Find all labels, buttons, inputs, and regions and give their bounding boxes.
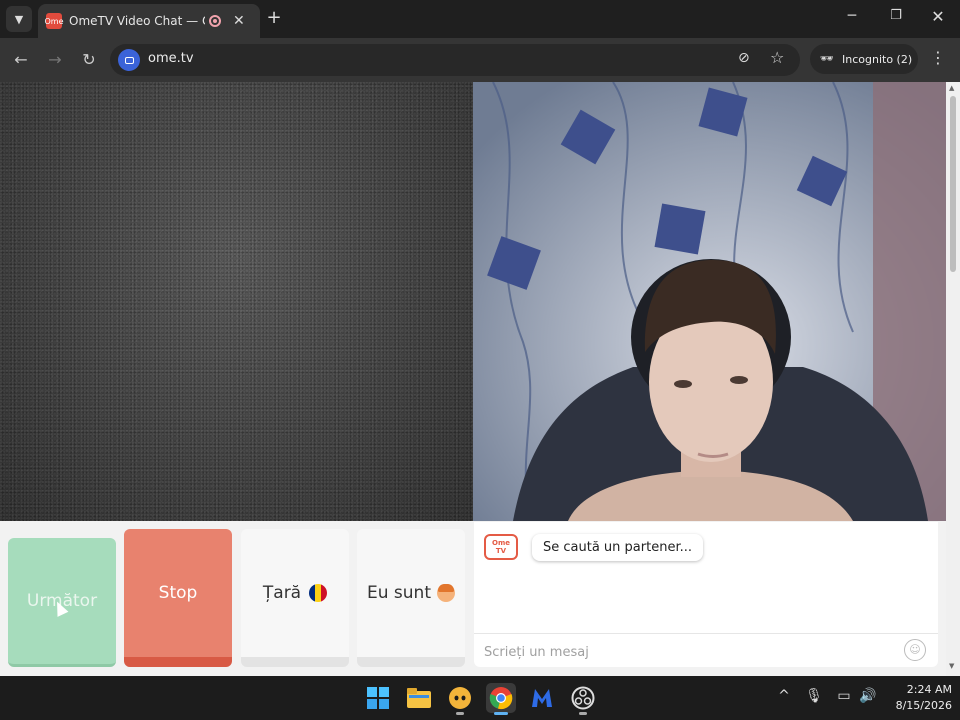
message-input[interactable] bbox=[484, 642, 884, 662]
browser-menu-button[interactable]: ⋮ bbox=[930, 48, 946, 72]
stop-button[interactable]: Stop bbox=[124, 529, 232, 667]
chat-panel: Ome TV Se caută un partener... ☺ bbox=[474, 522, 938, 667]
clock-time: 2:24 AM bbox=[906, 683, 952, 696]
folder-icon bbox=[407, 688, 431, 708]
taskbar-discord[interactable] bbox=[445, 683, 475, 715]
person-emoji-icon bbox=[437, 584, 455, 602]
recording-icon bbox=[209, 15, 221, 27]
start-button[interactable] bbox=[363, 683, 393, 713]
forward-button[interactable]: → bbox=[42, 47, 68, 73]
scroll-down-icon[interactable]: ▼ bbox=[949, 662, 954, 670]
taskbar-file-explorer[interactable] bbox=[404, 683, 434, 713]
browser-toolbar: ← → ↻ ome.tv ⊘ ☆ 🕶 Incognito (2) ⋮ bbox=[0, 38, 960, 82]
minimize-button[interactable]: ─ bbox=[840, 8, 864, 30]
malwarebytes-icon bbox=[532, 689, 552, 707]
discord-icon bbox=[449, 687, 471, 709]
address-bar[interactable]: ome.tv ⊘ ☆ bbox=[110, 44, 800, 76]
windows-logo-icon bbox=[367, 687, 389, 709]
obs-icon bbox=[571, 686, 595, 710]
tracking-protection-icon[interactable]: ⊘ bbox=[738, 50, 758, 70]
romania-flag-icon bbox=[309, 584, 328, 602]
bookmark-star-icon[interactable]: ☆ bbox=[770, 48, 790, 68]
country-button-label: Țară bbox=[262, 583, 302, 603]
ometv-favicon-icon: Ome bbox=[45, 13, 64, 29]
incognito-icon: 🕶 bbox=[820, 52, 834, 65]
new-tab-button[interactable]: + bbox=[264, 8, 284, 30]
scroll-up-icon[interactable]: ▲ bbox=[949, 84, 954, 92]
incognito-indicator[interactable]: 🕶 Incognito (2) bbox=[810, 44, 918, 74]
microphone-icon[interactable]: 🎙 bbox=[804, 688, 824, 704]
scroll-thumb[interactable] bbox=[950, 96, 956, 272]
reload-button[interactable]: ↻ bbox=[76, 47, 102, 73]
taskbar-chrome[interactable] bbox=[486, 683, 516, 715]
camera-feed-illustration bbox=[473, 82, 946, 521]
maximize-button[interactable]: ❐ bbox=[884, 8, 908, 30]
page-scrollbar[interactable]: ▲ ▼ bbox=[946, 82, 960, 676]
gender-button-label: Eu sunt bbox=[367, 583, 431, 603]
taskbar-clock[interactable]: 2:24 AM 8/15/2026 bbox=[888, 682, 952, 714]
status-message-bubble: Se caută un partener... bbox=[532, 534, 703, 561]
url-text[interactable]: ome.tv bbox=[148, 51, 194, 66]
taskbar-malwarebytes[interactable] bbox=[527, 683, 557, 713]
tab-search-button[interactable]: ▼ bbox=[6, 6, 32, 32]
emoji-icon[interactable]: ☺ bbox=[904, 639, 926, 661]
chrome-icon bbox=[489, 687, 513, 710]
tab-title: OmeTV Video Chat — Omegle bbox=[69, 14, 205, 28]
network-icon[interactable]: ▭ bbox=[834, 688, 854, 704]
chat-divider bbox=[474, 633, 938, 634]
back-button[interactable]: ← bbox=[8, 47, 34, 73]
clock-date: 8/15/2026 bbox=[895, 699, 952, 712]
running-indicator bbox=[456, 712, 464, 715]
windows-taskbar: ^ 🎙 ▭ 🔊 2:24 AM 8/15/2026 bbox=[0, 676, 960, 720]
tab-ometv[interactable]: Ome OmeTV Video Chat — Omegle ✕ bbox=[38, 4, 260, 38]
site-info-icon[interactable] bbox=[118, 49, 140, 71]
taskbar-obs[interactable] bbox=[568, 683, 598, 715]
tab-strip: ▼ Ome OmeTV Video Chat — Omegle ✕ + ─ ❐ … bbox=[0, 0, 960, 38]
country-button[interactable]: Țară bbox=[241, 529, 349, 667]
running-indicator bbox=[579, 712, 587, 715]
active-indicator bbox=[494, 712, 508, 715]
stop-button-label: Stop bbox=[158, 583, 198, 603]
tray-chevron-icon[interactable]: ^ bbox=[774, 688, 794, 704]
volume-icon[interactable]: 🔊 bbox=[858, 688, 878, 704]
tab-close-icon[interactable]: ✕ bbox=[233, 13, 245, 29]
gender-button[interactable]: Eu sunt bbox=[357, 529, 465, 667]
close-window-button[interactable]: ✕ bbox=[926, 7, 950, 29]
logo-text-bottom: TV bbox=[495, 547, 507, 555]
ometv-page: Următor Stop Țară Eu sunt Ome TV Se caut… bbox=[0, 82, 946, 676]
chevron-down-icon: ▼ bbox=[14, 12, 24, 26]
partner-video-static bbox=[0, 82, 473, 521]
self-camera-video bbox=[473, 82, 946, 521]
ometv-logo-icon: Ome TV bbox=[484, 534, 518, 560]
logo-text-top: Ome bbox=[492, 539, 510, 547]
incognito-label: Incognito (2) bbox=[842, 52, 913, 66]
